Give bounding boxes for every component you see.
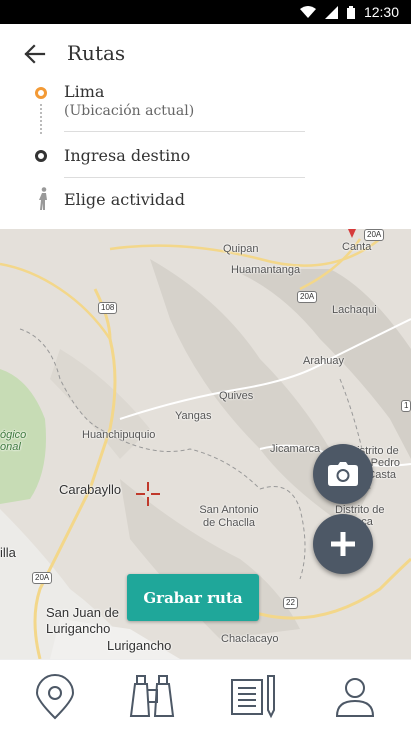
divider — [64, 177, 305, 178]
place-label: Lachaqui — [332, 304, 377, 316]
road-shield: 1 — [401, 400, 411, 412]
origin-marker-icon — [35, 87, 47, 99]
road-shield: 20A — [364, 229, 385, 241]
place-label: Arahuay — [303, 355, 344, 367]
arrow-left-icon — [24, 44, 46, 64]
walking-icon — [39, 187, 47, 210]
place-label: Lurigancho — [107, 638, 172, 653]
place-label: Quives — [219, 390, 254, 402]
crosshair-icon — [136, 482, 160, 506]
back-button[interactable] — [22, 42, 50, 66]
notes-icon — [231, 675, 275, 719]
destination-marker-icon — [35, 150, 47, 162]
divider — [64, 131, 305, 132]
map-view[interactable]: Quipan Canta Huamantanga Lachaqui Arahua… — [0, 229, 411, 659]
camera-icon — [328, 462, 358, 486]
place-label: illa — [0, 545, 16, 560]
road-shield: 20A — [32, 572, 53, 584]
plus-icon — [331, 532, 355, 556]
road-shield: 20A — [297, 291, 318, 303]
place-label: San Antonio de Chaclla — [199, 504, 259, 529]
page-title: Rutas — [67, 41, 126, 65]
nav-notes[interactable] — [228, 672, 278, 722]
battery-icon — [346, 5, 355, 19]
profile-icon — [335, 678, 375, 717]
origin-field[interactable]: Lima (Ubicación actual) — [64, 82, 194, 119]
origin-subtitle: (Ubicación actual) — [64, 103, 195, 119]
bottom-nav — [0, 659, 411, 731]
place-label: Huanchipuquio — [82, 429, 156, 441]
place-label: Canta — [342, 241, 372, 253]
nav-location[interactable] — [30, 672, 80, 722]
origin-name: Lima — [64, 82, 105, 101]
place-label: Chaclacayo — [221, 633, 279, 645]
nav-profile[interactable] — [330, 672, 380, 722]
place-label: ógico onal — [0, 429, 27, 453]
place-label: San Juan de Lurigancho — [46, 605, 120, 636]
activity-selector[interactable]: Elige actividad — [64, 190, 185, 209]
location-icon — [35, 674, 75, 720]
place-label: Carabayllo — [59, 482, 122, 497]
destination-input[interactable]: Ingresa destino — [64, 146, 190, 165]
road-shield: 22 — [283, 597, 298, 609]
place-label: Yangas — [175, 410, 212, 422]
signal-icon — [324, 5, 338, 19]
camera-button[interactable] — [313, 444, 373, 504]
place-label: Huamantanga — [231, 264, 301, 276]
place-label: Quipan — [223, 243, 259, 255]
nav-explore[interactable] — [127, 672, 177, 722]
road-shield: 108 — [98, 302, 118, 314]
place-label: Jicamarca — [270, 443, 321, 455]
add-button[interactable] — [313, 514, 373, 574]
route-header: Rutas Lima (Ubicación actual) Ingresa de… — [0, 24, 411, 229]
status-time: 12:30 — [363, 4, 399, 20]
record-route-button[interactable]: Grabar ruta — [127, 574, 259, 621]
wifi-icon — [299, 6, 316, 18]
status-bar: 12:30 — [0, 0, 411, 24]
binoculars-icon — [129, 675, 175, 717]
route-connector — [40, 104, 42, 136]
